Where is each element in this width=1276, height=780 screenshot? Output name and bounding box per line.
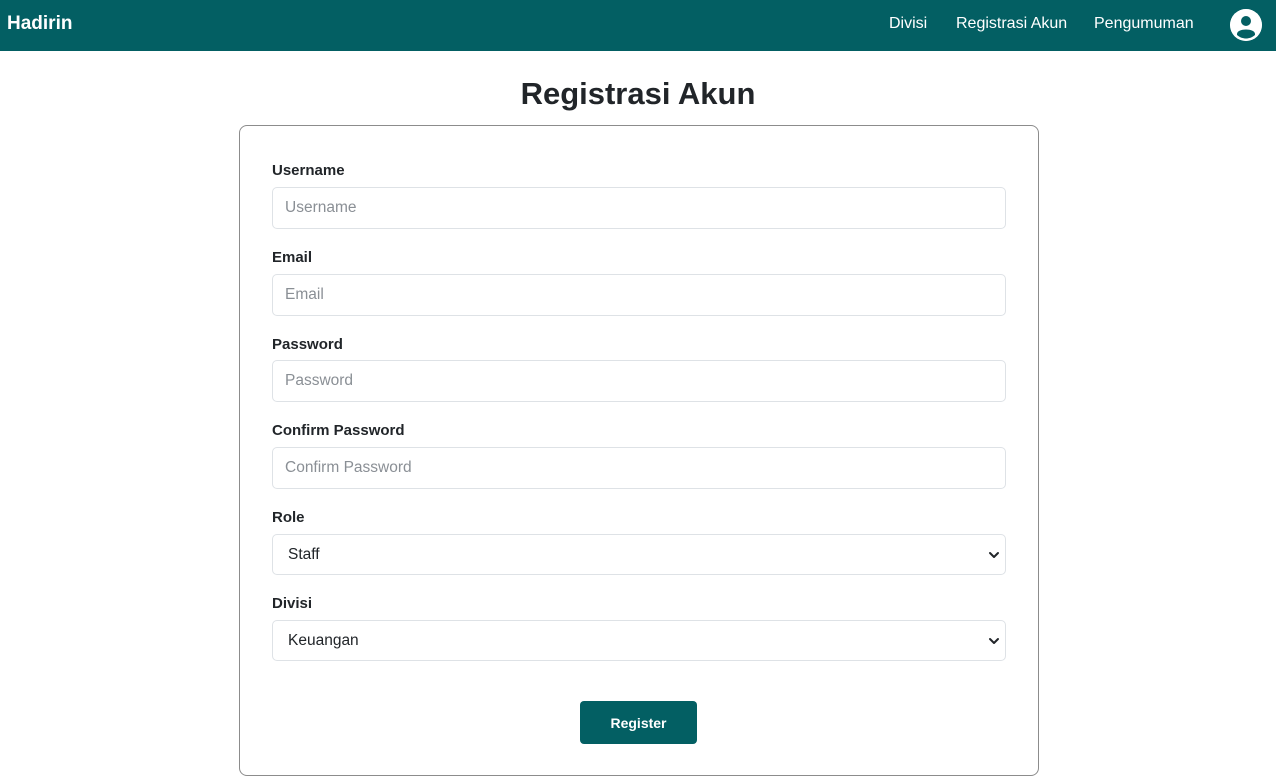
nav-link-registrasi-akun[interactable]: Registrasi Akun <box>956 15 1067 33</box>
password-input[interactable] <box>272 360 1006 402</box>
chevron-down-icon <box>989 638 999 644</box>
divisi-label: Divisi <box>272 595 313 612</box>
email-input[interactable] <box>272 274 1006 316</box>
role-selected-value: Staff <box>288 546 320 563</box>
nav-links: Divisi Registrasi Akun Pengumuman <box>0 15 1276 35</box>
username-input[interactable] <box>272 187 1006 229</box>
username-label: Username <box>272 162 345 179</box>
registration-form-card: Username Email Password Confirm Password… <box>239 125 1039 776</box>
role-select[interactable]: Staff <box>272 534 1006 575</box>
user-avatar-button[interactable] <box>1230 9 1262 41</box>
role-label: Role <box>272 509 305 526</box>
register-button[interactable]: Register <box>580 701 697 744</box>
chevron-down-icon <box>989 552 999 558</box>
nav-link-divisi[interactable]: Divisi <box>889 15 927 33</box>
page-title: Registrasi Akun <box>520 76 756 111</box>
divisi-selected-value: Keuangan <box>288 632 359 649</box>
email-label: Email <box>272 249 313 266</box>
confirm-password-label: Confirm Password <box>272 422 405 439</box>
user-circle-icon <box>1230 9 1262 41</box>
confirm-password-input[interactable] <box>272 447 1006 489</box>
password-label: Password <box>272 336 343 353</box>
top-navbar: Hadirin Divisi Registrasi Akun Pengumuma… <box>0 0 1276 51</box>
divisi-select[interactable]: Keuangan <box>272 620 1006 661</box>
nav-link-pengumuman[interactable]: Pengumuman <box>1094 15 1194 33</box>
